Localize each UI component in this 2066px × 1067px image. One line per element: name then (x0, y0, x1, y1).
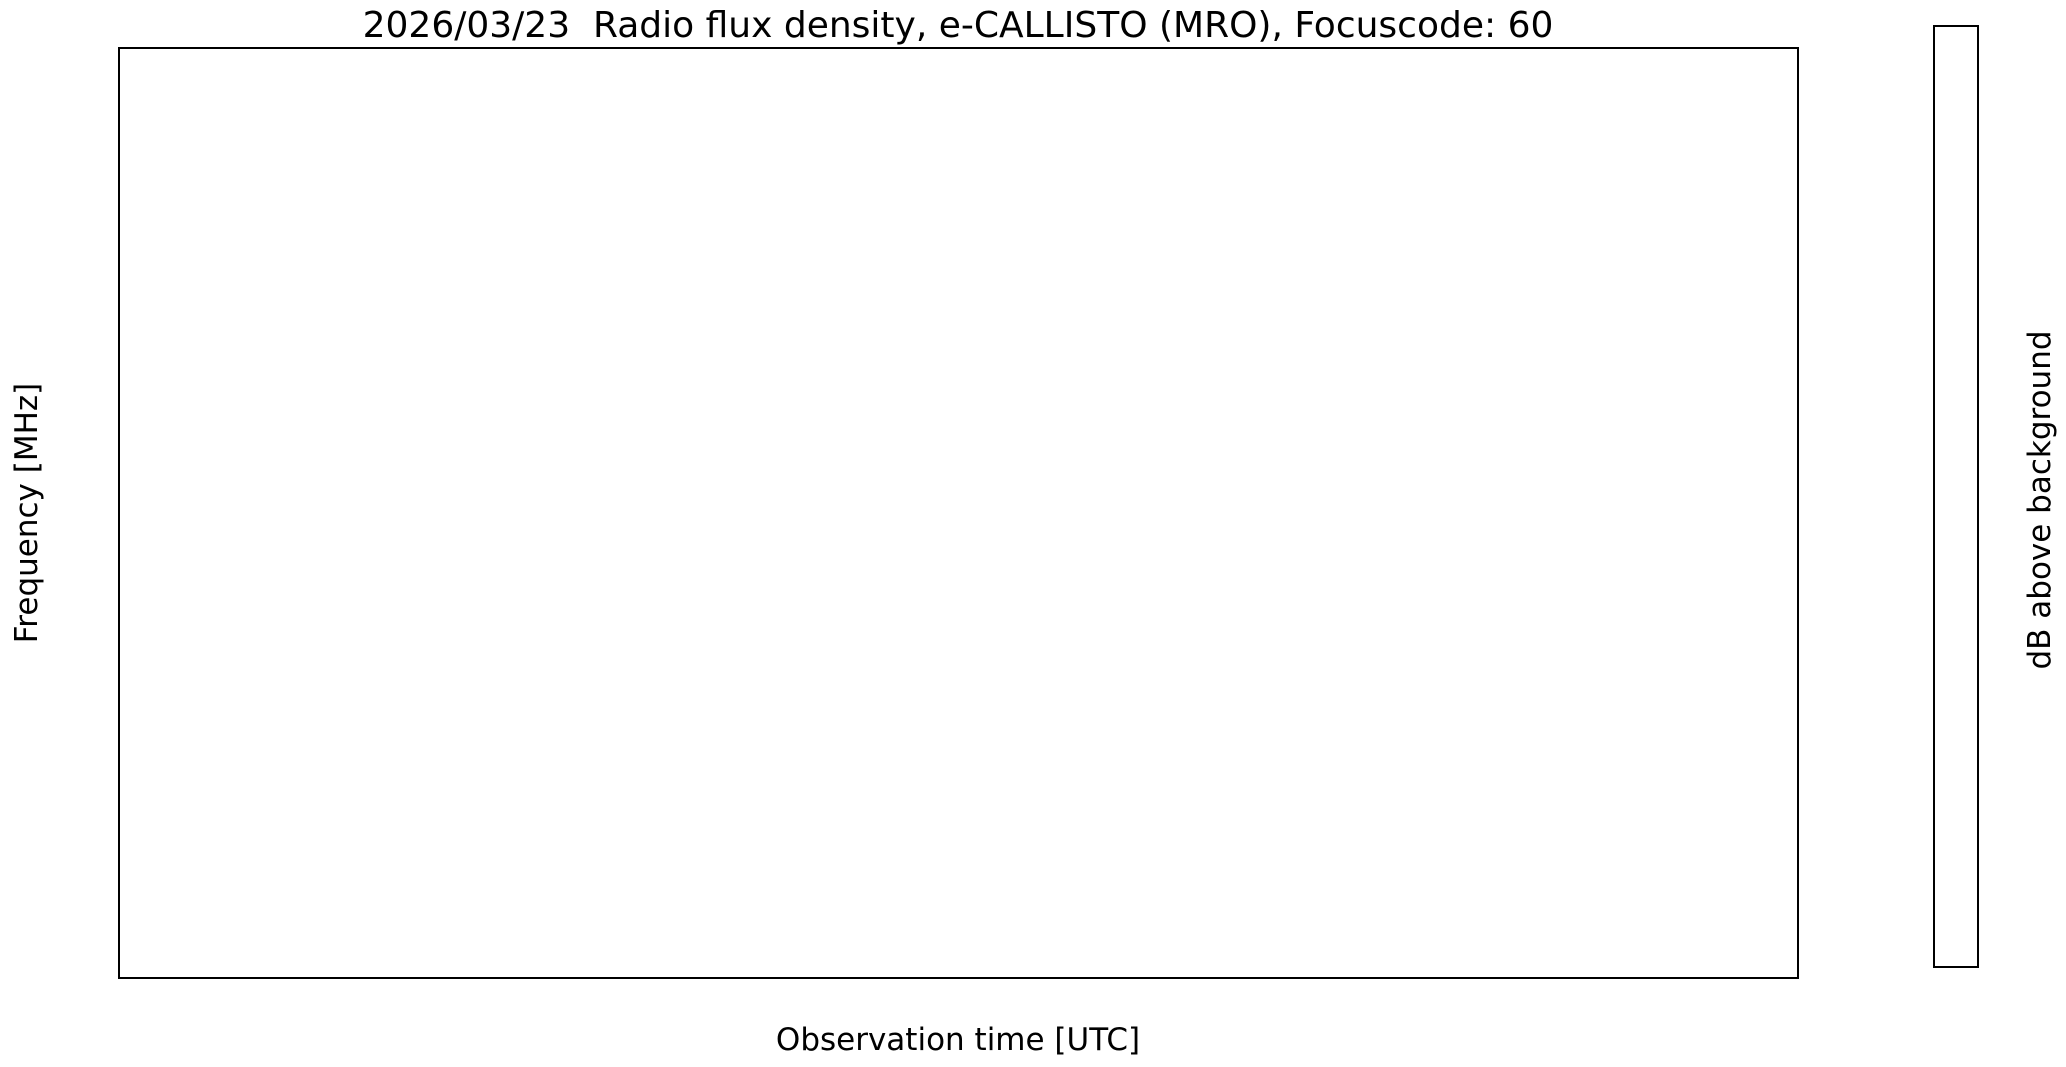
chart-title: 2026/03/23 Radio flux density, e-CALLIST… (362, 5, 1554, 46)
figure-root: 2026/03/23 Radio flux density, e-CALLIST… (0, 0, 2066, 1067)
colorbar-title: dB above background (2022, 330, 2058, 670)
y-axis-title: Frequency [MHz] (9, 382, 45, 644)
x-axis-title: Observation time [UTC] (775, 1022, 1141, 1058)
spectrogram-heatmap (120, 49, 1797, 977)
colorbar-gradient (1935, 27, 1977, 966)
